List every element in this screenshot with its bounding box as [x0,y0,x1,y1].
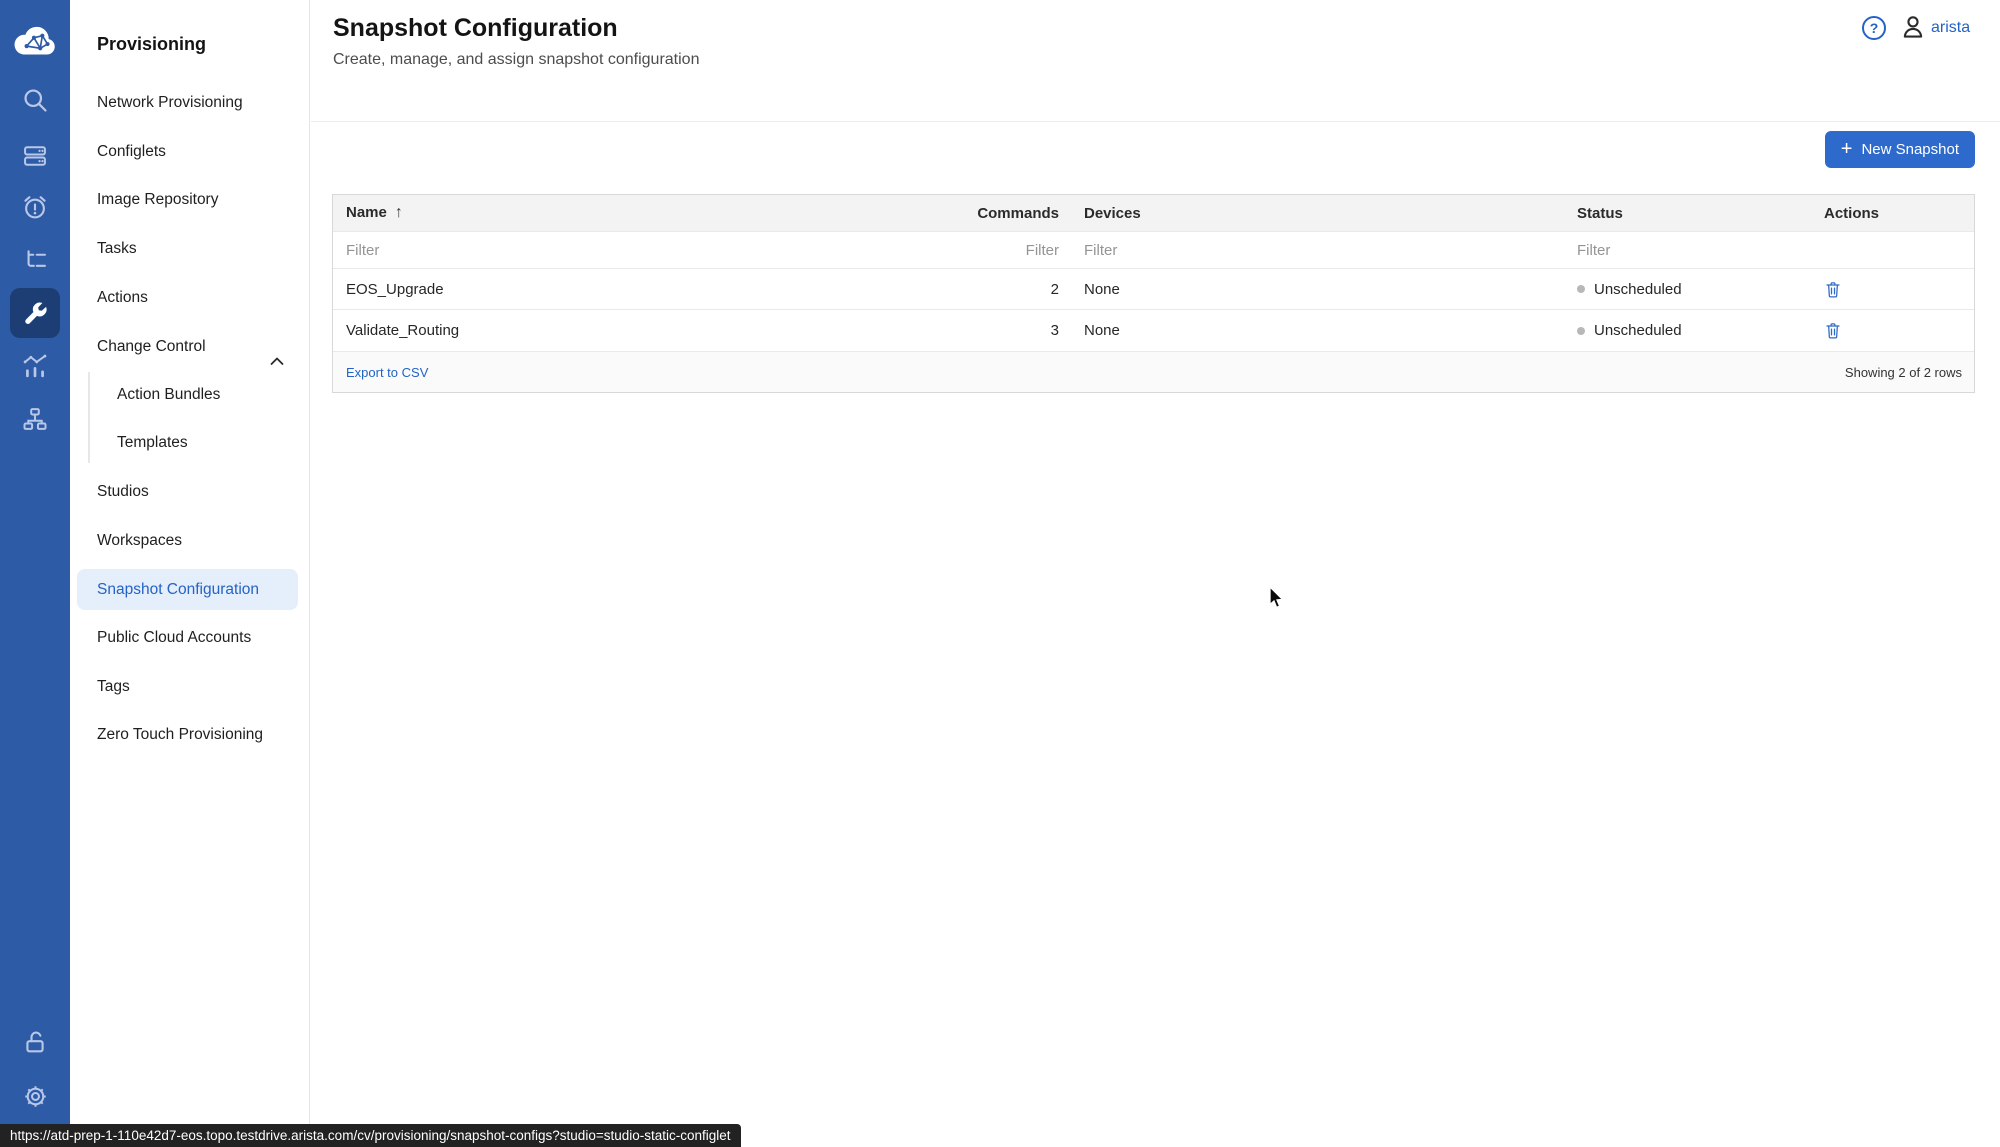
wrench-icon[interactable] [22,300,49,327]
cell-name: EOS_Upgrade [333,281,951,298]
provisioning-sidebar: Provisioning Network Provisioning Config… [70,0,310,1147]
search-icon[interactable] [0,84,70,116]
plus-icon: + [1841,139,1853,159]
mouse-cursor [1264,585,1288,616]
sidebar-item-zero-touch-provisioning[interactable]: Zero Touch Provisioning [70,715,310,755]
table-footer: Export to CSV Showing 2 of 2 rows [333,351,1974,392]
trash-icon [1824,280,1842,299]
sidebar-item-image-repository[interactable]: Image Repository [70,180,310,220]
sidebar-item-public-cloud-accounts[interactable]: Public Cloud Accounts [70,618,310,658]
page-title: Snapshot Configuration [333,14,618,43]
cell-status: Unscheduled [1564,322,1811,339]
link-preview-url: https://atd-prep-1-110e42d7-eos.topo.tes… [0,1124,741,1147]
table-filter-row [333,231,1974,268]
settings-gear-icon[interactable] [0,1080,70,1112]
table-row[interactable]: EOS_Upgrade 2 None Unscheduled [333,268,1974,309]
column-header-status[interactable]: Status [1564,205,1811,222]
provisioning-tree-icon[interactable] [0,244,70,276]
app-rail [0,0,70,1147]
sidebar-item-workspaces[interactable]: Workspaces [70,521,310,561]
sidebar-item-studios[interactable]: Studios [70,472,310,512]
row-count-summary: Showing 2 of 2 rows [1845,365,1962,380]
trash-icon [1824,321,1842,340]
lock-open-icon[interactable] [0,1026,70,1058]
column-header-name[interactable]: Name ↑ [333,204,951,222]
filter-name-input[interactable] [346,242,891,259]
sidebar-item-change-control[interactable]: Change Control [70,327,310,367]
column-label: Name [346,204,387,221]
metrics-chart-icon[interactable] [0,350,70,382]
cell-status: Unscheduled [1564,281,1811,298]
events-alarm-icon[interactable] [0,191,70,223]
topology-icon[interactable] [0,403,70,435]
column-header-actions: Actions [1811,205,1974,222]
filter-devices-input[interactable] [1084,242,1516,259]
rail-active-indicator [10,288,60,338]
sidebar-item-tasks[interactable]: Tasks [70,229,310,269]
cell-commands: 2 [951,281,1071,298]
column-header-devices[interactable]: Devices [1071,205,1564,222]
new-snapshot-button[interactable]: + New Snapshot [1825,131,1975,168]
sidebar-item-actions[interactable]: Actions [70,278,310,318]
cell-devices: None [1071,281,1564,298]
status-dot-icon [1577,285,1585,293]
help-icon[interactable]: ? [1862,16,1886,40]
sidebar-item-network-provisioning[interactable]: Network Provisioning [70,83,310,123]
sidebar-heading: Provisioning [97,34,206,55]
sidebar-item-action-bundles[interactable]: Action Bundles [70,375,310,415]
sidebar-item-templates[interactable]: Templates [70,423,310,463]
devices-icon[interactable] [0,140,70,172]
delete-snapshot-button[interactable] [1824,321,1842,340]
filter-commands-input[interactable] [962,242,1059,259]
snapshot-table: Name ↑ Commands Devices Status Actions EO… [332,194,1975,393]
sidebar-item-label: Change Control [97,338,206,355]
user-avatar-icon[interactable] [1899,13,1927,46]
status-dot-icon [1577,327,1585,335]
export-to-csv-link[interactable]: Export to CSV [346,365,428,380]
new-snapshot-label: New Snapshot [1861,141,1959,158]
username[interactable]: arista [1931,19,1970,37]
delete-snapshot-button[interactable] [1824,280,1842,299]
sort-asc-icon[interactable]: ↑ [395,204,403,221]
sidebar-item-tags[interactable]: Tags [70,667,310,707]
sidebar-item-configlets[interactable]: Configlets [70,132,310,172]
status-label: Unscheduled [1594,322,1682,339]
column-header-commands[interactable]: Commands [951,205,1071,222]
header-divider [311,121,2000,122]
table-row[interactable]: Validate_Routing 3 None Unscheduled [333,309,1974,351]
cell-name: Validate_Routing [333,322,951,339]
status-label: Unscheduled [1594,281,1682,298]
table-header-row: Name ↑ Commands Devices Status Actions [333,195,1974,231]
page-subtitle: Create, manage, and assign snapshot conf… [333,51,699,69]
cloud-logo-icon[interactable] [0,24,70,62]
cell-devices: None [1071,322,1564,339]
sidebar-item-snapshot-configuration[interactable]: Snapshot Configuration [77,569,298,610]
filter-status-input[interactable] [1577,242,1788,259]
cell-commands: 3 [951,322,1071,339]
